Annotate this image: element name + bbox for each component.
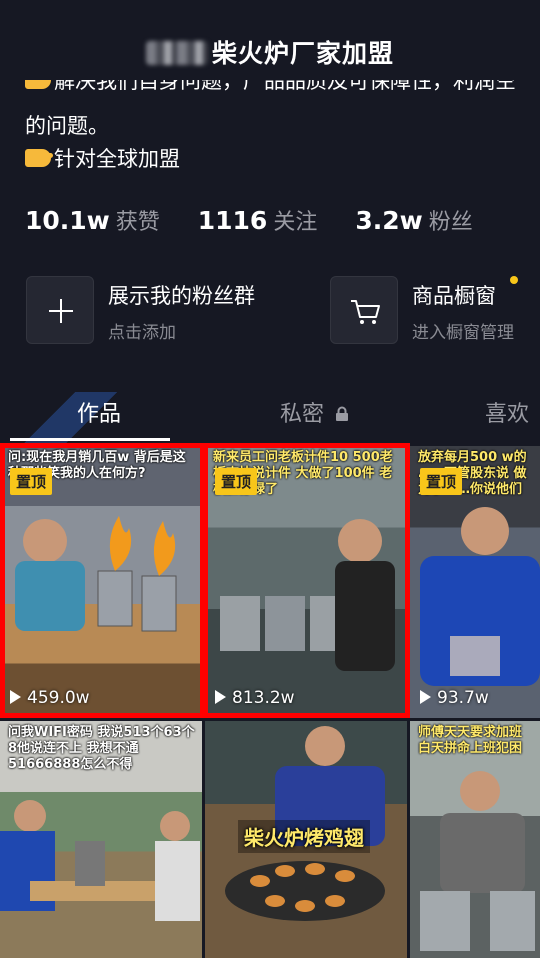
fan-group-title: 展示我的粉丝群 xyxy=(108,284,255,308)
tab-likes[interactable]: 喜欢 xyxy=(485,396,529,428)
cart-icon xyxy=(330,276,398,344)
video-thumbnail[interactable]: 新来员工问老板计件10 500老板爽快说计件 大做了100件 老板脸都绿了 置顶… xyxy=(205,446,407,718)
pointing-hand-icon xyxy=(25,149,53,167)
video-caption: 师傅天天要求加班 白天拼命上班犯困 xyxy=(418,725,523,756)
video-thumbnail[interactable]: 问:现在我月销几百w 背后是这种那些笑我的人在何方? 置顶 459.0w xyxy=(0,446,202,718)
tab-private[interactable]: 私密 xyxy=(280,396,349,428)
notification-dot xyxy=(510,276,518,284)
play-count: 459.0w xyxy=(10,688,90,708)
shop-window-card[interactable]: 商品橱窗 进入橱窗管理 xyxy=(330,276,535,344)
play-count: 813.2w xyxy=(215,688,295,708)
pinned-badge: 置顶 xyxy=(420,468,463,495)
blurred-name xyxy=(145,41,208,65)
play-count: 93.7w xyxy=(420,688,489,708)
page-title-text: 柴火炉厂家加盟 xyxy=(211,39,394,68)
shop-window-subtitle: 进入橱窗管理 xyxy=(412,323,514,343)
bio-line: 的问题。 xyxy=(25,114,109,138)
page-title: 柴火炉厂家加盟 xyxy=(0,34,540,70)
stat-followers[interactable]: 3.2w 粉丝 xyxy=(355,204,472,236)
pointing-hand-icon xyxy=(25,80,51,89)
video-thumbnail[interactable]: 放弃每月500 w的 ……不管股东说 做为了……你说他们 置顶 93.7w xyxy=(410,446,540,718)
profile-stats: 10.1w 获赞 1116 关注 3.2w 粉丝 xyxy=(25,204,503,236)
play-icon xyxy=(215,690,226,704)
profile-tabs: 作品 私密 喜欢 xyxy=(0,396,540,432)
video-thumbnail[interactable]: 问我WIFI密码 我说513个63个8他说连不上 我想不通51666888怎么不… xyxy=(0,721,202,958)
video-thumbnail[interactable]: 师傅天天要求加班 白天拼命上班犯困 xyxy=(410,721,540,958)
lock-icon xyxy=(336,406,349,421)
fan-group-subtitle: 点击添加 xyxy=(108,323,176,343)
stat-following[interactable]: 1116 关注 xyxy=(198,204,318,236)
pinned-badge: 置顶 xyxy=(215,468,258,495)
fan-group-card[interactable]: 展示我的粉丝群 点击添加 xyxy=(26,276,296,344)
play-icon xyxy=(420,690,431,704)
shop-window-title: 商品橱窗 xyxy=(412,284,496,308)
bio-line: 针对全球加盟 xyxy=(25,142,525,176)
video-grid: 问:现在我月销几百w 背后是这种那些笑我的人在何方? 置顶 459.0w 新来员… xyxy=(0,446,540,958)
add-icon xyxy=(26,276,94,344)
video-caption: 问我WIFI密码 我说513个63个8他说连不上 我想不通51666888怎么不… xyxy=(8,725,195,772)
play-icon xyxy=(10,690,21,704)
stat-likes[interactable]: 10.1w 获赞 xyxy=(25,204,160,236)
tab-works[interactable]: 作品 xyxy=(77,396,121,428)
bio-line-cut: 解决我们自身问题，产品品质及可保障性，利润空间 xyxy=(25,80,525,100)
video-overlay-text: 柴火炉烤鸡翅 xyxy=(238,820,370,853)
tab-underline xyxy=(10,438,170,441)
pinned-badge: 置顶 xyxy=(10,468,53,495)
